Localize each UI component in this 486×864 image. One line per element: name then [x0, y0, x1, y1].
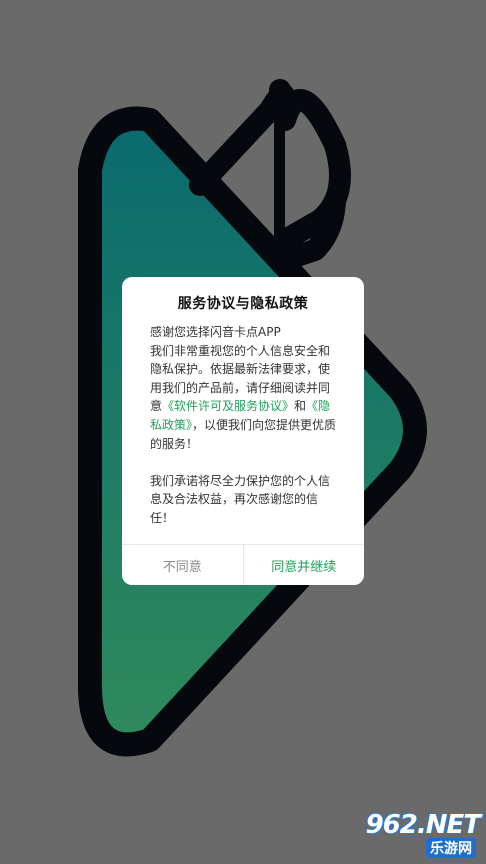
- privacy-dialog: 服务协议与隐私政策 感谢您选择闪音卡点APP 我们非常重视您的个人信息安全和隐私…: [122, 277, 364, 585]
- screen: 服务协议与隐私政策 感谢您选择闪音卡点APP 我们非常重视您的个人信息安全和隐私…: [0, 0, 486, 864]
- dialog-title: 服务协议与隐私政策: [177, 296, 309, 312]
- agree-continue-button[interactable]: 同意并继续: [244, 545, 365, 585]
- welcome-text: 感谢您选择闪音卡点APP: [150, 325, 281, 339]
- and-text: 和: [294, 399, 307, 414]
- watermark-bottom: 乐游网: [426, 838, 476, 858]
- dialog-footer: 不同意 同意并继续: [122, 544, 364, 585]
- watermark-top: 962.NET: [365, 810, 481, 840]
- license-agreement-link[interactable]: 《软件许可及服务协议》: [162, 399, 294, 413]
- policy-paragraph: 我们非常重视您的个人信息安全和隐私保护。依据最新法律要求，使用我们的产品前，请仔…: [150, 342, 340, 454]
- disagree-button[interactable]: 不同意: [122, 545, 243, 585]
- promise-paragraph: 我们承诺将尽全力保护您的个人信息及合法权益，再次感谢您的信任！: [150, 473, 331, 525]
- dialog-body: 感谢您选择闪音卡点APP 我们非常重视您的个人信息安全和隐私保护。依据最新法律要…: [150, 323, 340, 528]
- watermark: 962.NET 乐游网: [346, 810, 481, 858]
